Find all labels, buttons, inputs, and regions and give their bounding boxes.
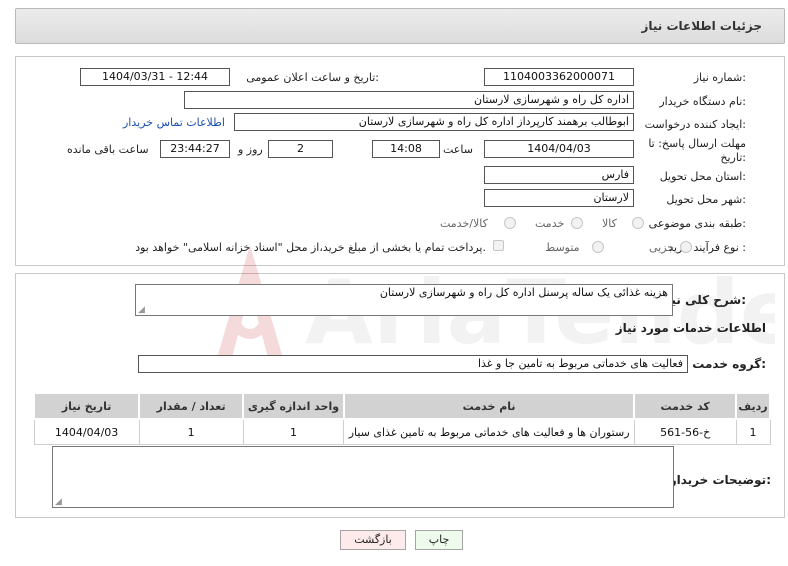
notes-resize-grip-icon: ◢ [55,497,62,507]
page-header: جزئیات اطلاعات نیاز [15,8,785,44]
remaining-time-label: ساعت باقی مانده [67,143,149,156]
process-radio-minor[interactable] [680,241,692,253]
deadline-time-label: ساعت [443,143,473,156]
category-option-goods: کالا [602,217,617,230]
print-button[interactable]: چاپ [415,530,463,550]
summary-field[interactable]: هزینه غذائی یک ساله پرسنل اداره کل راه و… [135,284,673,316]
province-field: فارس [484,166,634,184]
process-option-minor: جزیی [649,241,675,254]
col-service-name: نام خدمت [342,392,636,420]
services-table: ردیف کد خدمت نام خدمت واحد اندازه گیری ت… [32,392,771,445]
deadline-time-field: 14:08 [372,140,440,158]
col-unit: واحد اندازه گیری [242,392,345,420]
buyer-notes-label: توضیحات خریدار: [669,473,771,487]
need-number-field: 1104003362000071 [484,68,634,86]
cell-service-name: رستوران ها و فعالیت های خدماتی مربوط به … [343,418,635,445]
summary-text: هزینه غذائی یک ساله پرسنل اداره کل راه و… [379,286,668,299]
services-section-title: اطلاعات خدمات مورد نیاز [615,321,766,335]
category-option-goods-service: کالا/خدمت [440,217,488,230]
deadline-date-label: تاریخ: [720,151,746,164]
back-button[interactable]: بازگشت [340,530,406,550]
details-panel [15,56,785,266]
cell-row-number: 1 [735,418,771,445]
treasury-payment-checkbox[interactable] [493,240,504,251]
need-number-label: شماره نیاز: [693,71,746,84]
process-option-medium: متوسط [545,241,580,254]
cell-unit: 1 [242,418,345,445]
days-label: روز و [238,143,263,156]
cell-need-date: 1404/04/03 [33,418,140,445]
days-remaining-field: 2 [268,140,333,158]
city-label: شهر محل تحویل: [666,193,746,206]
treasury-payment-note: پرداخت تمام یا بخشی از مبلغ خرید،از محل … [135,241,486,254]
resize-grip-icon: ◢ [138,305,145,315]
table-row: 1 خ-56-561 رستوران ها و فعالیت های خدمات… [33,418,771,445]
city-field: لارستان [484,189,634,207]
creator-field: ابوطالب برهمند کارپرداز اداره کل راه و ش… [234,113,634,131]
province-label: استان محل تحویل: [659,170,746,183]
category-label: طبقه بندی موضوعی: [648,217,746,230]
deadline-date-field: 1404/04/03 [484,140,634,158]
category-radio-goods-service[interactable] [504,217,516,229]
page-title: جزئیات اطلاعات نیاز [641,19,762,33]
category-radio-service[interactable] [571,217,583,229]
cell-quantity: 1 [138,418,244,445]
services-table-header: ردیف کد خدمت نام خدمت واحد اندازه گیری ت… [32,392,771,420]
buyer-notes-field[interactable] [52,446,674,508]
announce-label: تاریخ و ساعت اعلان عمومی: [246,71,379,84]
col-row-number: ردیف [735,392,771,420]
remaining-time-field: 23:44:27 [160,140,230,158]
col-quantity: تعداد / مقدار [138,392,244,420]
creator-label: ایجاد کننده درخواست: [644,118,746,131]
buyer-contact-link[interactable]: اطلاعات تماس خریدار [123,116,225,129]
service-group-field: فعالیت های خدماتی مربوط به تامین جا و غذ… [138,355,688,373]
buyer-org-label: نام دستگاه خریدار: [659,95,746,108]
category-option-service: خدمت [535,217,565,230]
deadline-label: مهلت ارسال پاسخ: تا [648,137,746,150]
cell-service-code: خ-56-561 [633,418,737,445]
service-group-label: گروه خدمت: [692,357,766,371]
category-radio-goods[interactable] [632,217,644,229]
buyer-org-field: اداره کل راه و شهرسازی لارستان [184,91,634,109]
col-service-code: کد خدمت [633,392,738,420]
col-need-date: تاریخ نیاز [32,392,141,420]
process-radio-medium[interactable] [592,241,604,253]
announce-field: 1404/03/31 - 12:44 [80,68,230,86]
